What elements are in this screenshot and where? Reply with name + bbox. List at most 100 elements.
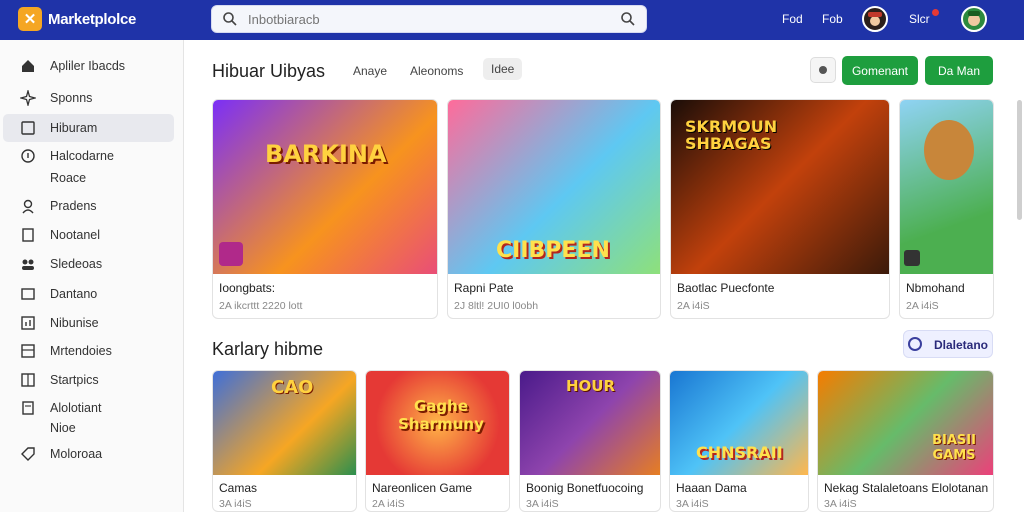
top-link-2[interactable]: Fob — [822, 12, 843, 26]
sidebar-item-0[interactable]: Apliler Ibacds — [3, 52, 174, 80]
tag-icon — [21, 447, 35, 461]
game-card[interactable]: BARKINA Ioongbats: 2A ikcrttt 2220 lott — [212, 99, 438, 319]
people-icon — [22, 259, 34, 270]
folder-icon — [21, 288, 35, 300]
sidebar-item-label: Moloroaa — [50, 447, 103, 461]
card-meta: 2A i4iS — [906, 300, 939, 312]
notification-dot — [932, 9, 939, 16]
search-input[interactable] — [248, 10, 608, 28]
game-thumbnail — [900, 100, 993, 274]
thumbnail-art-text: Gaghe Sharmuny — [398, 397, 484, 433]
game-card[interactable]: CAO Camas 3A i4iS — [212, 370, 357, 512]
card-meta: 2A i4iS — [677, 300, 710, 312]
card-meta: 3A i4iS — [824, 498, 857, 510]
brand-name[interactable]: Marketplolce — [48, 11, 136, 28]
card-meta: 2A i4iS — [372, 498, 405, 510]
top-link-3[interactable]: Slcr — [909, 12, 930, 26]
game-card[interactable]: Gaghe Sharmuny Nareonlicen Game 2A i4iS — [365, 370, 510, 512]
gear-icon — [819, 66, 827, 74]
sidebar-item-label: Hiburam — [50, 121, 98, 135]
sidebar-item-label: Apliler Ibacds — [50, 59, 126, 73]
card-title: Nareonlicen Game — [372, 481, 473, 495]
card-title: Ioongbats: — [219, 281, 276, 295]
view-all-button[interactable]: Dlaletano — [903, 330, 993, 358]
thumbnail-art-text: CIIBPEEN — [496, 238, 610, 263]
sidebar-item-3[interactable]: Halcodarne Roace — [3, 142, 174, 188]
sidebar-item-label: Pradens — [50, 199, 97, 213]
game-card[interactable]: Nbmohand 2A i4iS — [899, 99, 994, 319]
game-card[interactable]: SKRMOUN SHBAGAS Baotlac Puecfonte 2A i4i… — [670, 99, 890, 319]
home-icon — [22, 60, 34, 72]
game-thumbnail: BIASII GAMS — [818, 371, 993, 475]
game-thumbnail: CAO — [213, 371, 356, 475]
sidebar-item-11[interactable]: Startpics — [3, 366, 174, 394]
sidebar-item-8[interactable]: Dantano — [3, 280, 174, 308]
secondary-button[interactable]: Da Man — [925, 56, 993, 85]
scrollbar[interactable] — [1017, 100, 1022, 220]
game-thumbnail: CHNSRAII — [670, 371, 808, 475]
sidebar-item-2[interactable]: Hiburam — [3, 114, 174, 142]
card-title: Nbmohand — [906, 281, 965, 295]
thumbnail-art-text: BIASII GAMS — [932, 433, 976, 463]
game-thumbnail: SKRMOUN SHBAGAS — [671, 100, 889, 274]
search-submit-icon[interactable] — [620, 11, 636, 27]
primary-button[interactable]: Gomenant — [842, 56, 918, 85]
card-meta: 3A i4iS — [219, 498, 252, 510]
logo-icon[interactable]: ✕ — [18, 7, 42, 31]
game-thumbnail: Gaghe Sharmuny — [366, 371, 509, 475]
game-thumbnail: HOUR — [520, 371, 660, 475]
circle-icon — [908, 337, 922, 351]
section-title: Hibuar Uibyas — [212, 61, 326, 81]
section-title: Karlary hibme — [212, 339, 324, 359]
sidebar-item-sublabel: Nioe — [50, 421, 76, 435]
chart-icon — [21, 316, 35, 330]
sidebar-item-10[interactable]: Mrtendoies — [3, 337, 174, 365]
sidebar-item-9[interactable]: Nibunise — [3, 309, 174, 337]
sidebar-item-label: Nibunise — [50, 316, 99, 330]
thumbnail-art-text: SKRMOUN SHBAGAS — [685, 117, 778, 153]
game-card[interactable]: CIIBPEEN Rapni Pate 2J 8ltl! 2UI0 l0obh — [447, 99, 661, 319]
bookmark-icon — [21, 121, 35, 135]
bookmark-icon — [22, 228, 34, 242]
sidebar-item-label: Sledeoas — [50, 257, 103, 271]
sidebar-item-sublabel: Roace — [50, 171, 87, 185]
filter-tab-2[interactable]: Aleonoms — [410, 64, 463, 78]
game-card[interactable]: HOUR Boonig Bonetfuocoing 3A i4iS — [519, 370, 661, 512]
avatar[interactable] — [862, 6, 888, 32]
sidebar-item-12[interactable]: Alolotiant Nioe — [3, 394, 174, 438]
sidebar-item-6[interactable]: Nootanel — [3, 221, 174, 249]
table-icon — [21, 344, 35, 358]
card-meta: 3A i4iS — [676, 498, 709, 510]
card-meta: 2J 8ltl! 2UI0 l0obh — [454, 300, 539, 312]
profile-face-icon — [968, 11, 980, 26]
sparkle-icon — [20, 90, 36, 106]
grid-icon — [21, 373, 35, 387]
document-icon — [22, 401, 34, 415]
profile-avatar[interactable] — [961, 6, 987, 32]
top-link-1[interactable]: Fod — [782, 12, 803, 26]
sidebar-item-1[interactable]: Sponns — [3, 84, 174, 112]
sidebar-item-14[interactable]: Moloroaa — [3, 440, 174, 468]
card-title: Boonig Bonetfuocoing — [526, 481, 644, 495]
card-title: Camas — [219, 481, 258, 495]
thumbnail-art-text: HOUR — [566, 377, 616, 395]
sidebar-item-5[interactable]: Pradens — [3, 192, 174, 220]
view-all-label: Dlaletano — [934, 338, 989, 352]
badge-icon — [904, 250, 920, 266]
filter-chip[interactable]: Idee — [483, 58, 523, 80]
thumbnail-art-text: BARKINA — [265, 140, 387, 168]
sidebar-item-label: Mrtendoies — [50, 344, 112, 358]
sidebar-item-label: Startpics — [50, 373, 99, 387]
sidebar-item-label: Dantano — [50, 287, 98, 301]
info-icon — [21, 149, 35, 163]
filter-tab-1[interactable]: Anaye — [353, 64, 387, 78]
sidebar-item-label: Halcodarne — [50, 149, 114, 163]
sidebar-item-7[interactable]: Sledeoas — [3, 250, 174, 278]
game-card[interactable]: CHNSRAII Haaan Dama 3A i4iS — [669, 370, 809, 512]
settings-button[interactable] — [810, 57, 836, 83]
search-bar[interactable] — [211, 5, 647, 33]
sidebar-item-label: Nootanel — [50, 228, 101, 242]
game-card[interactable]: BIASII GAMS Nekag Stalaletoans Elolotana… — [817, 370, 994, 512]
card-title: Rapni Pate — [454, 281, 514, 295]
sidebar-item-label: Sponns — [50, 91, 93, 105]
